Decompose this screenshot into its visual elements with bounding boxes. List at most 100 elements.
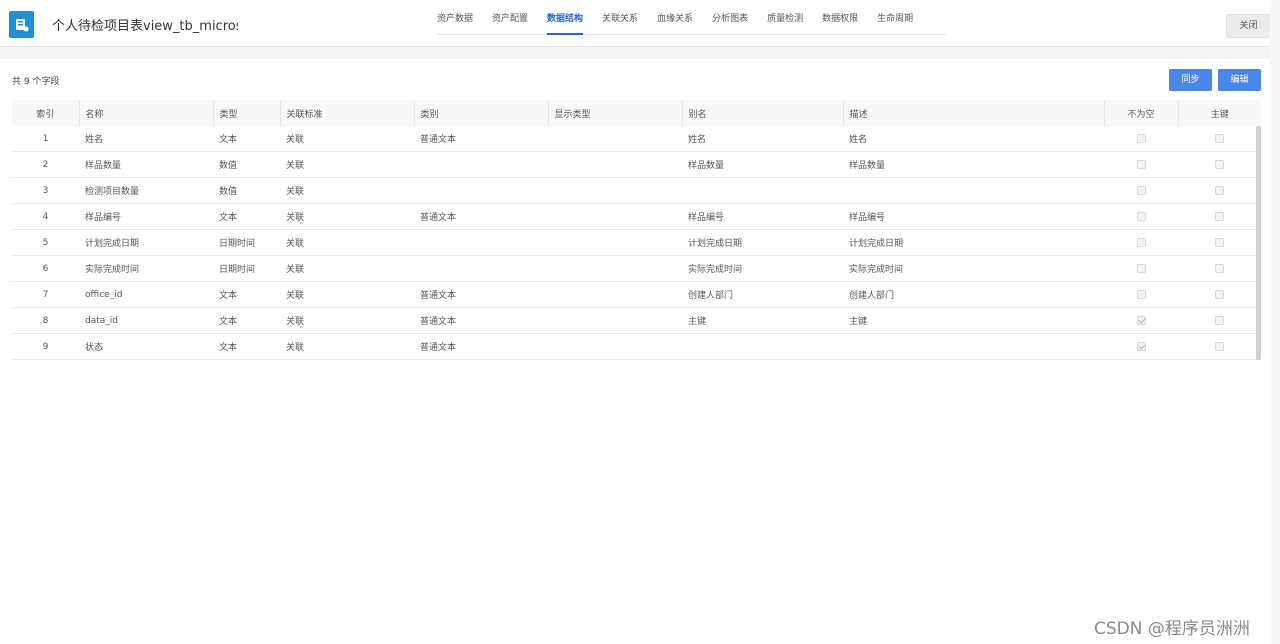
cell-name: 样品编号 bbox=[79, 203, 213, 230]
tab-5[interactable]: 分析图表 bbox=[712, 0, 748, 34]
cell-display bbox=[548, 255, 682, 282]
field-table: 索引 名称 类型 关联标准 类别 显示类型 别名 描述 不为空 主键 1 姓名 文本… bbox=[12, 100, 1261, 360]
column-header-display-type: 显示类型 bbox=[548, 100, 683, 126]
cell-name: 状态 bbox=[79, 333, 213, 360]
primary-key-checkbox[interactable] bbox=[1215, 289, 1224, 299]
cell-alias: 主键 bbox=[682, 307, 843, 334]
cell-name: 实际完成时间 bbox=[79, 255, 213, 282]
cell-display bbox=[548, 307, 682, 334]
table-row[interactable]: 8 data_id 文本 关联 普通文本 主键 主键 bbox=[12, 307, 1261, 334]
not-null-checkbox[interactable] bbox=[1136, 289, 1146, 299]
primary-key-checkbox[interactable] bbox=[1215, 185, 1224, 195]
cell-not_null bbox=[1104, 229, 1178, 256]
cell-type: 文本 bbox=[213, 307, 280, 334]
primary-key-checkbox[interactable] bbox=[1215, 133, 1224, 143]
cell-desc: 姓名 bbox=[843, 126, 1104, 152]
table-row[interactable]: 7 office_id 文本 关联 普通文本 创建人部门 创建人部门 bbox=[12, 281, 1261, 308]
cell-not_null bbox=[1104, 307, 1178, 334]
page-title: 个人待检项目表view_tb_microstruc bbox=[52, 19, 238, 34]
not-null-checkbox[interactable] bbox=[1136, 211, 1146, 221]
cell-category: 普通文本 bbox=[414, 126, 548, 152]
cell-desc: 计划完成日期 bbox=[843, 229, 1104, 256]
cell-alias bbox=[682, 177, 843, 204]
not-null-checkbox[interactable] bbox=[1136, 237, 1146, 247]
cell-standard: 关联 bbox=[280, 151, 414, 178]
sync-button[interactable]: 同步 bbox=[1169, 69, 1212, 91]
watermark: CSDN @程序员洲洲 bbox=[1094, 619, 1250, 639]
cell-alias: 创建人部门 bbox=[682, 281, 843, 308]
cell-type: 文本 bbox=[213, 333, 280, 360]
column-header-name: 名称 bbox=[79, 100, 214, 126]
tab-8[interactable]: 生命周期 bbox=[877, 0, 913, 34]
top-header: 个人待检项目表view_tb_microstruc 资产数据资产配置数据结构关联… bbox=[0, 0, 1271, 47]
cell-desc: 实际完成时间 bbox=[843, 255, 1104, 282]
cell-not_null bbox=[1104, 203, 1178, 230]
cell-category: 普通文本 bbox=[414, 281, 548, 308]
cell-standard: 关联 bbox=[280, 203, 414, 230]
cell-alias: 样品编号 bbox=[682, 203, 843, 230]
cell-display bbox=[548, 229, 682, 256]
not-null-checkbox[interactable] bbox=[1136, 185, 1146, 195]
primary-key-checkbox[interactable] bbox=[1215, 263, 1224, 273]
tab-4[interactable]: 血缘关系 bbox=[657, 0, 693, 34]
primary-key-checkbox[interactable] bbox=[1215, 159, 1224, 169]
table-row[interactable]: 5 计划完成日期 日期时间 关联 计划完成日期 计划完成日期 bbox=[12, 229, 1261, 256]
cell-pk bbox=[1178, 151, 1261, 178]
not-null-checkbox[interactable] bbox=[1136, 159, 1146, 169]
not-null-checkbox[interactable] bbox=[1136, 315, 1146, 325]
tab-0[interactable]: 资产数据 bbox=[437, 0, 473, 34]
table-scrollbar[interactable] bbox=[1256, 126, 1261, 360]
cell-category bbox=[414, 229, 548, 256]
column-header-category: 类别 bbox=[414, 100, 549, 126]
cell-index: 5 bbox=[12, 229, 79, 256]
tab-6[interactable]: 质量检测 bbox=[767, 0, 803, 34]
cell-pk bbox=[1178, 333, 1261, 360]
cell-desc bbox=[843, 177, 1104, 204]
table-row[interactable]: 3 检测项目数量 数值 关联 bbox=[12, 177, 1261, 204]
cell-alias: 计划完成日期 bbox=[682, 229, 843, 256]
cell-alias: 样品数量 bbox=[682, 151, 843, 178]
tab-2[interactable]: 数据结构 bbox=[547, 0, 584, 35]
field-count: 共 9 个字段 bbox=[12, 77, 60, 87]
primary-key-checkbox[interactable] bbox=[1215, 237, 1224, 247]
cell-standard: 关联 bbox=[280, 333, 414, 360]
cell-pk bbox=[1178, 307, 1261, 334]
scrollbar-gutter bbox=[1270, 0, 1280, 644]
primary-key-checkbox[interactable] bbox=[1215, 315, 1224, 325]
table-row[interactable]: 1 姓名 文本 关联 普通文本 姓名 姓名 bbox=[12, 126, 1261, 152]
cell-index: 9 bbox=[12, 333, 79, 360]
primary-key-checkbox[interactable] bbox=[1215, 341, 1224, 351]
table-header-row: 索引 名称 类型 关联标准 类别 显示类型 别名 描述 不为空 主键 bbox=[12, 100, 1261, 126]
cell-pk bbox=[1178, 281, 1261, 308]
table-row[interactable]: 9 状态 文本 关联 普通文本 bbox=[12, 333, 1261, 360]
cell-pk bbox=[1178, 229, 1261, 256]
not-null-checkbox[interactable] bbox=[1136, 341, 1146, 351]
table-row[interactable]: 4 样品编号 文本 关联 普通文本 样品编号 样品编号 bbox=[12, 203, 1261, 230]
tab-1[interactable]: 资产配置 bbox=[492, 0, 528, 34]
not-null-checkbox[interactable] bbox=[1136, 263, 1146, 273]
cell-standard: 关联 bbox=[280, 281, 414, 308]
table-row[interactable]: 6 实际完成时间 日期时间 关联 实际完成时间 实际完成时间 bbox=[12, 255, 1261, 282]
cell-name: office_id bbox=[79, 281, 213, 308]
cell-desc: 创建人部门 bbox=[843, 281, 1104, 308]
not-null-checkbox[interactable] bbox=[1136, 133, 1146, 143]
cell-index: 8 bbox=[12, 307, 79, 334]
cell-type: 数值 bbox=[213, 177, 280, 204]
cell-display bbox=[548, 126, 682, 152]
cell-index: 2 bbox=[12, 151, 79, 178]
cell-standard: 关联 bbox=[280, 177, 414, 204]
cell-category: 普通文本 bbox=[414, 203, 548, 230]
cell-standard: 关联 bbox=[280, 126, 414, 152]
cell-alias bbox=[682, 333, 843, 360]
cell-category bbox=[414, 255, 548, 282]
primary-key-checkbox[interactable] bbox=[1215, 211, 1224, 221]
tab-3[interactable]: 关联关系 bbox=[602, 0, 638, 34]
column-header-description: 描述 bbox=[843, 100, 1105, 126]
cell-name: 样品数量 bbox=[79, 151, 213, 178]
cell-not_null bbox=[1104, 126, 1178, 152]
tab-7[interactable]: 数据权限 bbox=[822, 0, 858, 34]
close-button[interactable]: 关闭 bbox=[1226, 14, 1271, 38]
cell-not_null bbox=[1104, 281, 1178, 308]
table-row[interactable]: 2 样品数量 数值 关联 样品数量 样品数量 bbox=[12, 151, 1261, 178]
edit-button[interactable]: 编辑 bbox=[1218, 69, 1261, 91]
